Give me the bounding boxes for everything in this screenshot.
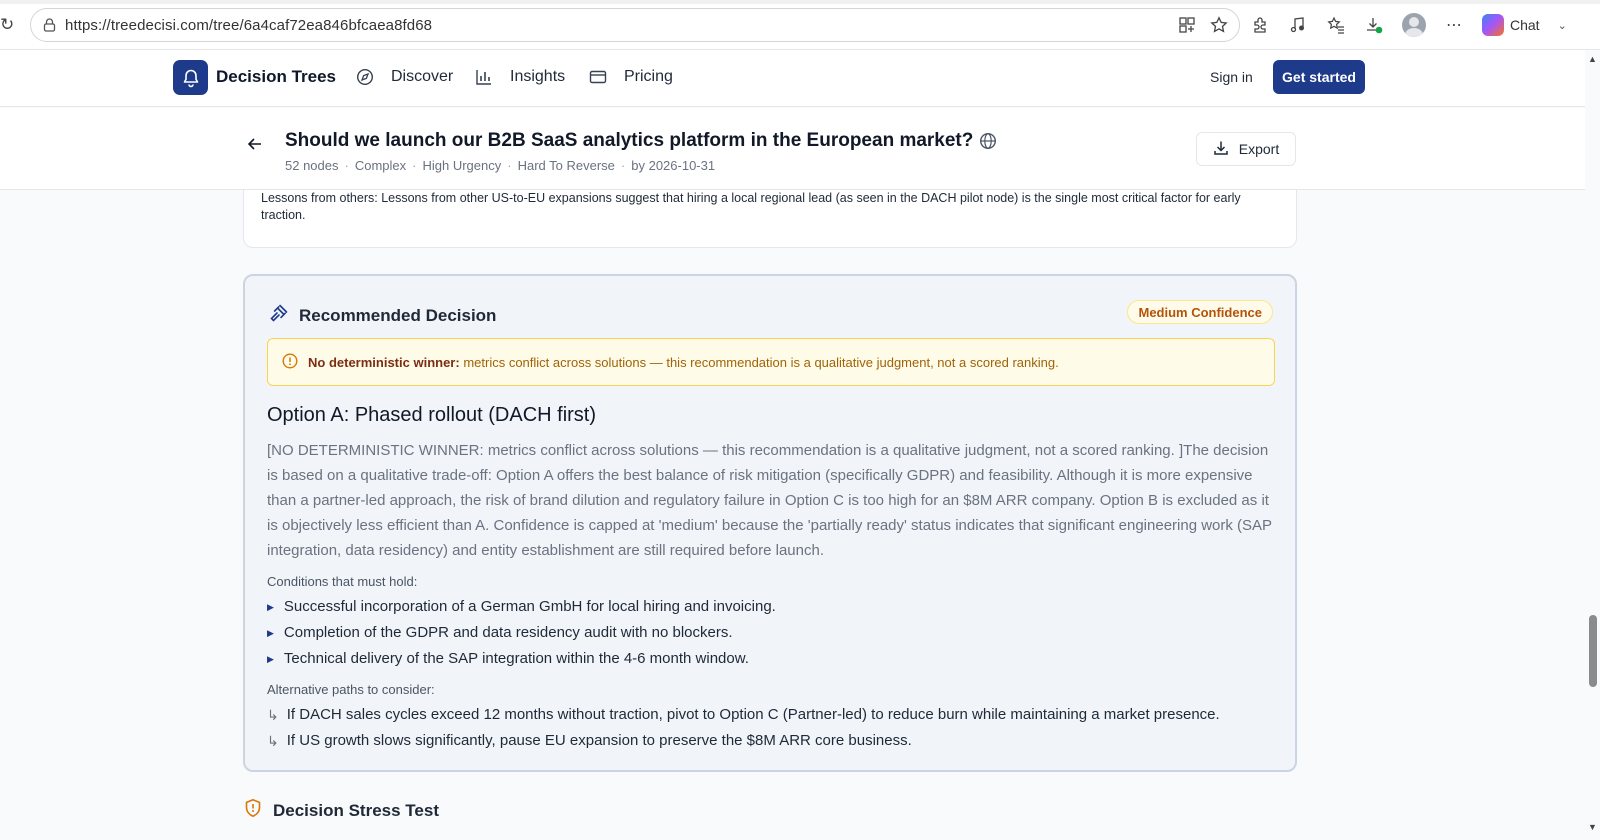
- meta-urgency: High Urgency: [422, 158, 502, 173]
- meta-deadline: by 2026-10-31: [631, 158, 716, 173]
- alert-circle-icon: [282, 352, 298, 372]
- warning-bold: No deterministic winner:: [308, 354, 460, 370]
- download-icon: [1213, 140, 1229, 159]
- stress-test-header: Decision Stress Test: [243, 798, 439, 823]
- nav-discover[interactable]: Discover: [355, 67, 453, 87]
- get-started-button[interactable]: Get started: [1273, 60, 1365, 94]
- meta-separator: ·: [344, 158, 349, 173]
- triangle-right-icon: ▶: [267, 654, 274, 664]
- gavel-icon: [269, 303, 289, 328]
- downloads-icon[interactable]: [1364, 15, 1384, 35]
- shield-alert-icon: [243, 798, 263, 823]
- option-title: Option A: Phased rollout (DACH first): [267, 404, 597, 426]
- brand-name[interactable]: Decision Trees: [216, 67, 336, 87]
- logo[interactable]: [173, 60, 208, 95]
- meta-separator: ·: [412, 158, 417, 173]
- meta-separator: ·: [620, 158, 626, 173]
- meta-separator: ·: [507, 158, 512, 173]
- compass-icon: [355, 67, 375, 87]
- alternatives-list: ↳ If DACH sales cycles exceed 12 months w…: [267, 702, 1220, 754]
- sign-in-link[interactable]: Sign in: [1210, 69, 1253, 85]
- bell-icon: [183, 69, 198, 87]
- tree-meta: 52 nodes · Complex · High Urgency · Hard…: [285, 158, 715, 173]
- favorite-star-icon[interactable]: [1209, 15, 1229, 35]
- browser-tab-strip: [0, 0, 1600, 4]
- globe-icon[interactable]: [979, 132, 997, 155]
- nav-discover-label: Discover: [391, 68, 454, 85]
- browser-toolbar: ↻ https://treedecisi.com/tree/6a4caf72ea…: [0, 0, 1600, 50]
- recommended-decision-card: Recommended Decision Medium Confidence N…: [243, 274, 1297, 772]
- meta-complexity: Complex: [354, 158, 407, 173]
- condition-text: Successful incorporation of a German Gmb…: [283, 598, 776, 615]
- list-item: ▶ Successful incorporation of a German Gm…: [267, 594, 776, 620]
- address-bar[interactable]: https://treedecisi.com/tree/6a4caf72ea84…: [30, 8, 1240, 42]
- credit-card-icon: [588, 67, 608, 87]
- stress-test-title: Decision Stress Test: [273, 800, 439, 820]
- favorites-list-icon[interactable]: [1326, 15, 1346, 35]
- triangle-right-icon: ▶: [267, 602, 274, 612]
- conditions-list: ▶ Successful incorporation of a German Gm…: [267, 594, 776, 672]
- lessons-text: Lessons from others: Lessons from other …: [261, 191, 1241, 222]
- return-arrow-icon: ↳: [267, 707, 279, 723]
- triangle-right-icon: ▶: [267, 628, 274, 638]
- export-button[interactable]: Export: [1196, 132, 1296, 166]
- list-item: ▶ Completion of the GDPR and data residen…: [267, 620, 776, 646]
- confidence-badge: Medium Confidence: [1127, 300, 1273, 324]
- page-scrollbar[interactable]: ▲ ▼: [1585, 50, 1600, 840]
- profile-avatar-icon[interactable]: [1402, 13, 1426, 37]
- no-winner-warning: No deterministic winner: metrics conflic…: [267, 338, 1275, 386]
- scrollbar-thumb[interactable]: [1589, 615, 1597, 687]
- condition-text: Technical delivery of the SAP integratio…: [283, 650, 749, 667]
- lock-icon[interactable]: [43, 18, 57, 32]
- nav-insights[interactable]: Insights: [474, 67, 565, 87]
- chat-label: Chat: [1510, 17, 1540, 33]
- extensions-icon[interactable]: [1250, 15, 1270, 35]
- condition-text: Completion of the GDPR and data residenc…: [283, 624, 733, 641]
- copilot-icon: [1482, 14, 1504, 36]
- media-icon[interactable]: [1288, 15, 1308, 35]
- alternative-text: If DACH sales cycles exceed 12 months wi…: [286, 706, 1220, 723]
- scroll-down-icon[interactable]: ▼: [1588, 822, 1597, 832]
- tree-title-bar: Should we launch our B2B SaaS analytics …: [0, 108, 1585, 190]
- back-arrow-icon[interactable]: [247, 136, 263, 157]
- return-arrow-icon: ↳: [267, 733, 279, 749]
- meta-nodes: 52 nodes: [285, 158, 339, 173]
- page-title: Should we launch our B2B SaaS analytics …: [285, 130, 974, 151]
- nav-pricing[interactable]: Pricing: [588, 67, 673, 87]
- list-item: ↳ If DACH sales cycles exceed 12 months w…: [267, 702, 1220, 728]
- meta-reversibility: Hard To Reverse: [517, 158, 615, 173]
- copilot-chat-button[interactable]: Chat ⌄: [1482, 14, 1567, 36]
- recommended-decision-title: Recommended Decision: [299, 305, 497, 325]
- url-text[interactable]: https://treedecisi.com/tree/6a4caf72ea84…: [65, 17, 432, 34]
- chevron-down-icon: ⌄: [1557, 19, 1567, 32]
- list-item: ▶ Technical delivery of the SAP integrati…: [267, 646, 776, 672]
- alternatives-label: Alternative paths to consider:: [267, 682, 435, 697]
- export-label: Export: [1238, 141, 1280, 157]
- bar-chart-icon: [474, 67, 494, 87]
- lessons-card: Lessons from others: Lessons from other …: [243, 190, 1297, 248]
- alternative-text: If US growth slows significantly, pause …: [286, 732, 912, 749]
- reload-icon[interactable]: ↻: [0, 16, 18, 34]
- site-header: Decision Trees Discover Insights Pricing…: [0, 50, 1585, 107]
- rationale-text: [NO DETERMINISTIC WINNER: metrics confli…: [267, 442, 1272, 559]
- list-item: ↳ If US growth slows significantly, pause…: [267, 728, 1220, 754]
- warning-text: metrics conflict across solutions — this…: [463, 354, 1059, 370]
- more-options-icon[interactable]: ⋯: [1444, 15, 1464, 35]
- conditions-label: Conditions that must hold:: [267, 574, 418, 589]
- nav-pricing-label: Pricing: [624, 68, 673, 85]
- app-grid-icon[interactable]: [1177, 15, 1197, 35]
- scroll-up-icon[interactable]: ▲: [1588, 54, 1597, 64]
- nav-insights-label: Insights: [510, 68, 566, 85]
- recommended-decision-header: Recommended Decision: [269, 303, 496, 328]
